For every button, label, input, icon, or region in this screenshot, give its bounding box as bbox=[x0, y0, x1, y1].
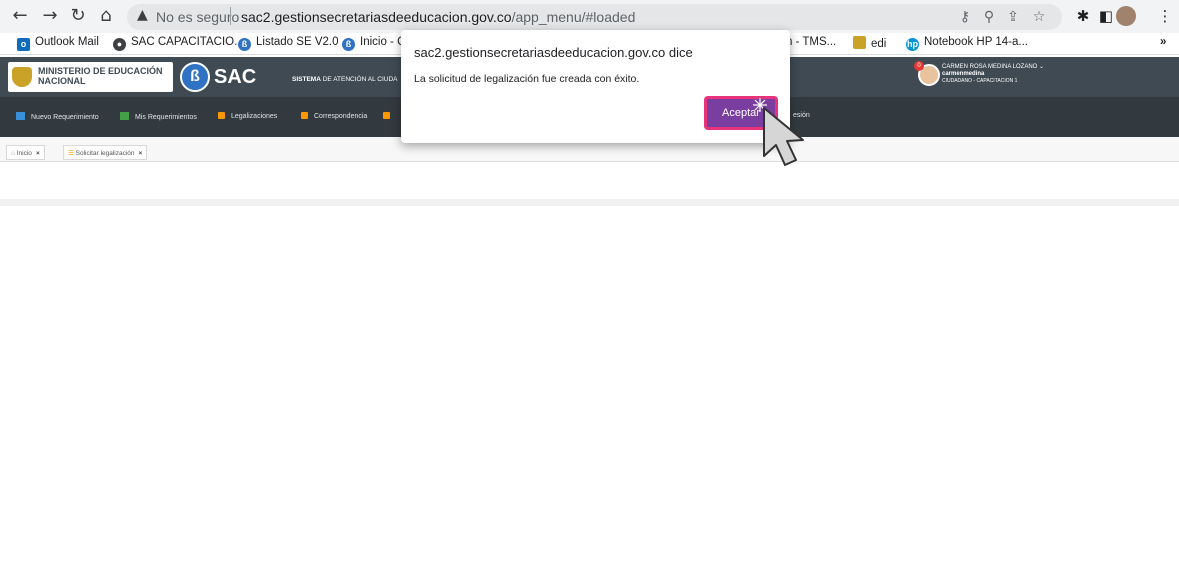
menu-label: Nuevo Requerimiento bbox=[31, 114, 99, 121]
menu-label: Mis Requerimientos bbox=[135, 114, 197, 121]
sac-icon: ß bbox=[342, 38, 355, 51]
bookmark-label: Listado SE V2.0 bbox=[256, 36, 339, 48]
outlook-icon: o bbox=[17, 38, 30, 51]
main-content bbox=[0, 162, 1179, 578]
sac-title: SAC bbox=[214, 66, 257, 88]
forward-icon[interactable]: → bbox=[38, 4, 62, 28]
url-text[interactable]: sac2.gestionsecretariasdeeducacion.gov.c… bbox=[241, 9, 635, 25]
browser-toolbar: ← → ↻ ⌂ ▲ No es seguro sac2.gestionsecre… bbox=[0, 0, 1179, 33]
bookmark-edi[interactable]: edi bbox=[853, 36, 886, 50]
share-icon[interactable]: ⇪ bbox=[1004, 8, 1022, 26]
tab-label: Inicio bbox=[16, 150, 32, 157]
alert-dialog: sac2.gestionsecretariasdeeducacion.gov.c… bbox=[401, 30, 790, 143]
bookmark-label: Outlook Mail bbox=[35, 36, 99, 48]
dialog-title: sac2.gestionsecretariasdeeducacion.gov.c… bbox=[414, 45, 693, 60]
close-icon[interactable]: × bbox=[139, 150, 143, 157]
bookmark-label: SAC CAPACITACIO... bbox=[131, 36, 244, 48]
tab-solicitar-legalizacion[interactable]: ☰ Solicitar legalización × bbox=[63, 145, 148, 160]
url-path: /app_menu/#loaded bbox=[511, 9, 636, 25]
bookmark-label: Inicio - C bbox=[360, 36, 406, 48]
system-title: SISTEMA DE ATENCIÓN AL CIUDA bbox=[292, 76, 398, 83]
bookmark-inicio[interactable]: ß Inicio - C bbox=[342, 36, 405, 51]
document-icon: ☰ bbox=[68, 150, 74, 157]
hp-icon: hp bbox=[906, 38, 919, 51]
url-host: sac2.gestionsecretariasdeeducacion.gov.c… bbox=[241, 9, 512, 25]
menu-item-correspondencia[interactable]: Correspondencia bbox=[301, 112, 367, 120]
menu-item-more[interactable] bbox=[383, 112, 396, 120]
ministry-name: MINISTERIO DE EDUCACIÓN NACIONAL bbox=[38, 66, 163, 86]
arrow-icon bbox=[383, 112, 390, 119]
bookmark-label: Notebook HP 14-a... bbox=[924, 36, 1028, 48]
bookmark-outlook[interactable]: o Outlook Mail bbox=[17, 36, 99, 51]
user-login: carmenmedina bbox=[942, 71, 985, 77]
menu-item-mis-requerimientos[interactable]: Mis Requerimientos bbox=[120, 112, 197, 121]
coat-of-arms-icon bbox=[12, 67, 32, 87]
home-icon: ⌂ bbox=[11, 150, 15, 157]
home-icon[interactable]: ⌂ bbox=[94, 4, 118, 28]
sac-icon: ß bbox=[238, 38, 251, 51]
menu-label: Legalizaciones bbox=[231, 113, 278, 120]
extensions-icon[interactable]: ✱ bbox=[1073, 6, 1093, 26]
profile-avatar[interactable] bbox=[1116, 6, 1136, 26]
back-icon[interactable]: ← bbox=[8, 4, 32, 28]
close-icon[interactable]: × bbox=[36, 150, 40, 157]
mouse-pointer-icon bbox=[753, 98, 804, 166]
menu-item-legalizaciones[interactable]: Legalizaciones bbox=[218, 112, 277, 120]
zoom-icon[interactable]: ⚲ bbox=[980, 8, 998, 26]
arrow-icon bbox=[301, 112, 308, 119]
side-panel-icon[interactable]: ◧ bbox=[1096, 6, 1116, 26]
reload-icon[interactable]: ↻ bbox=[66, 4, 90, 28]
chevron-down-icon: ⌄ bbox=[1039, 64, 1045, 70]
address-bar[interactable]: ▲ No es seguro sac2.gestionsecretariasde… bbox=[127, 4, 1062, 30]
form-icon bbox=[16, 112, 25, 120]
arrow-icon bbox=[218, 112, 225, 119]
bookmark-hp[interactable]: hp Notebook HP 14-a... bbox=[906, 36, 1028, 51]
menu-dots-icon[interactable]: ⋮ bbox=[1155, 6, 1175, 26]
dialog-message: La solicitud de legalización fue creada … bbox=[414, 73, 640, 85]
sac-logo-icon[interactable]: ß bbox=[180, 62, 210, 92]
key-icon[interactable]: ⚷ bbox=[956, 8, 974, 26]
notification-badge[interactable]: 0 bbox=[914, 61, 924, 71]
tab-label: Solicitar legalización bbox=[75, 150, 135, 157]
warning-icon[interactable]: ▲ bbox=[137, 7, 148, 23]
user-name[interactable]: CARMEN ROSA MEDINA LOZANO ⌄ bbox=[942, 63, 1044, 70]
content-divider bbox=[0, 199, 1179, 206]
divider bbox=[230, 7, 231, 25]
bookmark-listado[interactable]: ß Listado SE V2.0 bbox=[238, 36, 338, 51]
insecure-label[interactable]: No es seguro bbox=[156, 9, 239, 25]
tab-inicio[interactable]: ⌂ Inicio × bbox=[6, 145, 45, 160]
menu-label: Correspondencia bbox=[314, 113, 368, 120]
menu-item-nuevo-requerimiento[interactable]: Nuevo Requerimiento bbox=[16, 112, 99, 121]
bookmark-sac[interactable]: ● SAC CAPACITACIO... bbox=[113, 36, 244, 51]
user-role: CIUDADANO - CAPACITACION 1 bbox=[942, 78, 1018, 84]
ministry-logo[interactable]: MINISTERIO DE EDUCACIÓN NACIONAL bbox=[8, 62, 173, 92]
bookmarks-overflow[interactable]: » bbox=[1160, 36, 1166, 48]
bookmark-label: edi bbox=[871, 38, 887, 50]
list-icon bbox=[120, 112, 129, 120]
shield-icon bbox=[853, 36, 866, 49]
star-icon[interactable]: ☆ bbox=[1030, 8, 1048, 26]
globe-icon: ● bbox=[113, 38, 126, 51]
